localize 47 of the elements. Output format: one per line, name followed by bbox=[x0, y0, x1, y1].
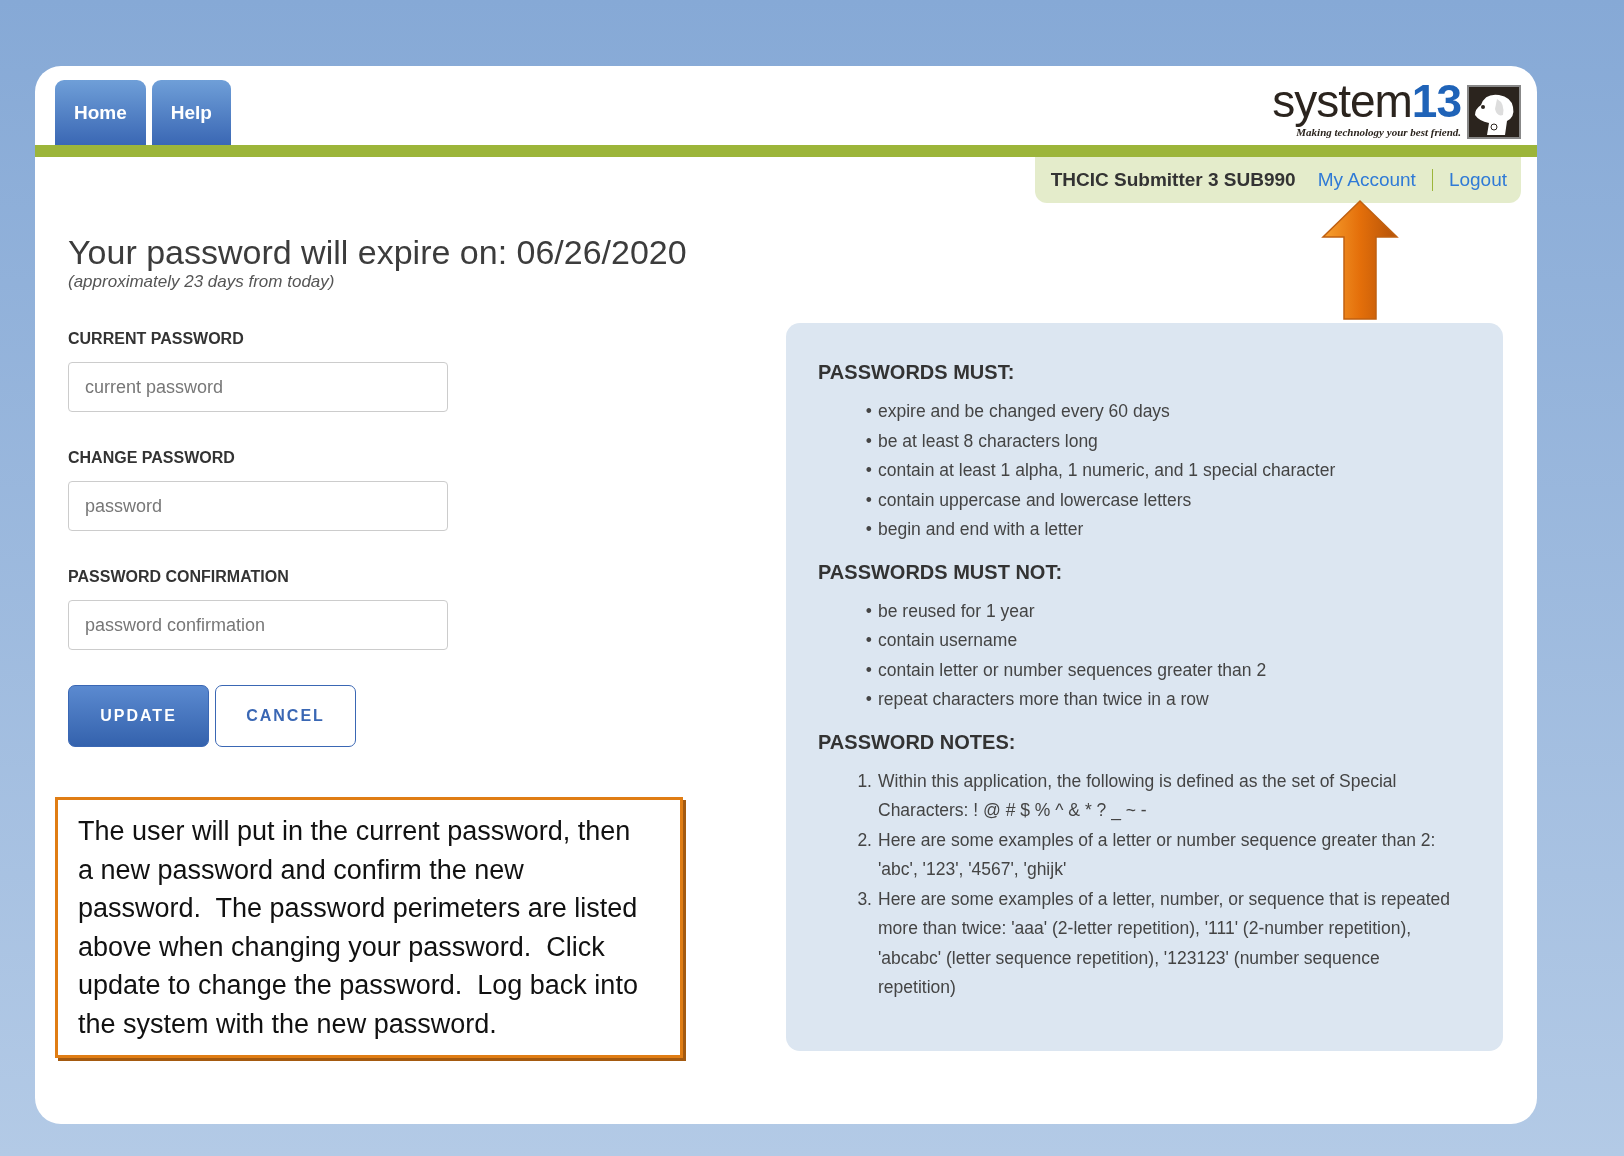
rule-item: expire and be changed every 60 days bbox=[878, 400, 1171, 423]
list-marker: • bbox=[864, 658, 873, 682]
rule-item: be at least 8 characters long bbox=[878, 429, 1099, 453]
account-link[interactable]: My Account bbox=[1317, 169, 1432, 191]
update-button[interactable]: UPDATE bbox=[68, 685, 209, 747]
cancel-button[interactable]: CANCEL bbox=[215, 685, 356, 747]
arrow-icon bbox=[1321, 199, 1399, 321]
logo-wordmark: system13 bbox=[1272, 77, 1461, 125]
list-marker: • bbox=[864, 518, 873, 541]
password-field[interactable]: current password bbox=[68, 362, 448, 412]
list-marker: 2. bbox=[856, 828, 873, 852]
annotation-note: The user will put in the current password, then a new password and confirm the new password. The password perimeters are listed above when changing your password. Click update to change the password. Log back into the system with the new password. bbox=[55, 797, 683, 1058]
logo-tagline: Making technology your best friend. bbox=[1296, 126, 1461, 139]
list-marker: • bbox=[864, 459, 873, 482]
password-field[interactable]: password confirmation bbox=[68, 600, 448, 650]
rule-item: repeat characters more than twice in a row bbox=[878, 688, 1210, 711]
dog-logo-icon bbox=[1467, 85, 1521, 139]
rules-heading: PASSWORDS MUST NOT: bbox=[818, 559, 1064, 585]
password-field[interactable]: password bbox=[68, 481, 448, 531]
account-link[interactable]: Logout bbox=[1431, 169, 1507, 191]
nav-tab[interactable]: Home bbox=[55, 80, 146, 145]
field-label: CHANGE PASSWORD bbox=[68, 449, 236, 467]
rule-item: contain uppercase and lowercase letters bbox=[878, 488, 1193, 512]
list-marker: • bbox=[864, 688, 873, 711]
page-heading: Your password will expire on: 06/26/2020 bbox=[68, 233, 688, 272]
rule-item: contain at least 1 alpha, 1 numeric, and 1 special character bbox=[878, 459, 1337, 482]
field-label: CURRENT PASSWORD bbox=[68, 330, 245, 348]
rules-heading: PASSWORD NOTES: bbox=[818, 729, 1017, 755]
list-marker: • bbox=[864, 429, 873, 453]
nav-tab[interactable]: Help bbox=[151, 80, 231, 145]
list-marker: • bbox=[864, 400, 873, 423]
rule-item: contain letter or number sequences greater than 2 bbox=[878, 658, 1268, 682]
rule-item: Here are some examples of a letter or number sequence greater than 2: 'abc', '123', '4567', 'ghijk' bbox=[878, 828, 1437, 881]
rule-item: be reused for 1 year bbox=[878, 599, 1036, 623]
rules-heading: PASSWORDS MUST: bbox=[818, 360, 1016, 385]
list-marker: • bbox=[864, 599, 873, 623]
rule-item: begin and end with a letter bbox=[878, 518, 1085, 541]
rule-item: Within this application, the following is defined as the set of Special Characters: ! @ # $ % ^ & * ? _ ~ - bbox=[878, 769, 1398, 823]
list-marker: • bbox=[864, 488, 873, 512]
list-marker: 3. bbox=[856, 887, 873, 911]
list-marker: • bbox=[864, 629, 873, 652]
list-marker: 1. bbox=[856, 769, 873, 793]
rule-item: Here are some examples of a letter, number, or sequence that is repeated more than twice: 'aaa' (2-letter repetition), '111' (2-number repetition), 'abcabc' (letter sequence repetition), '123123' (number sequence repetition) bbox=[878, 887, 1451, 999]
field-label: PASSWORD CONFIRMATION bbox=[68, 568, 290, 586]
user-name: THCIC Submitter 3 SUB990 bbox=[1050, 169, 1296, 191]
rule-item: contain username bbox=[878, 629, 1019, 652]
page-subheading: (approximately 23 days from today) bbox=[68, 272, 336, 292]
